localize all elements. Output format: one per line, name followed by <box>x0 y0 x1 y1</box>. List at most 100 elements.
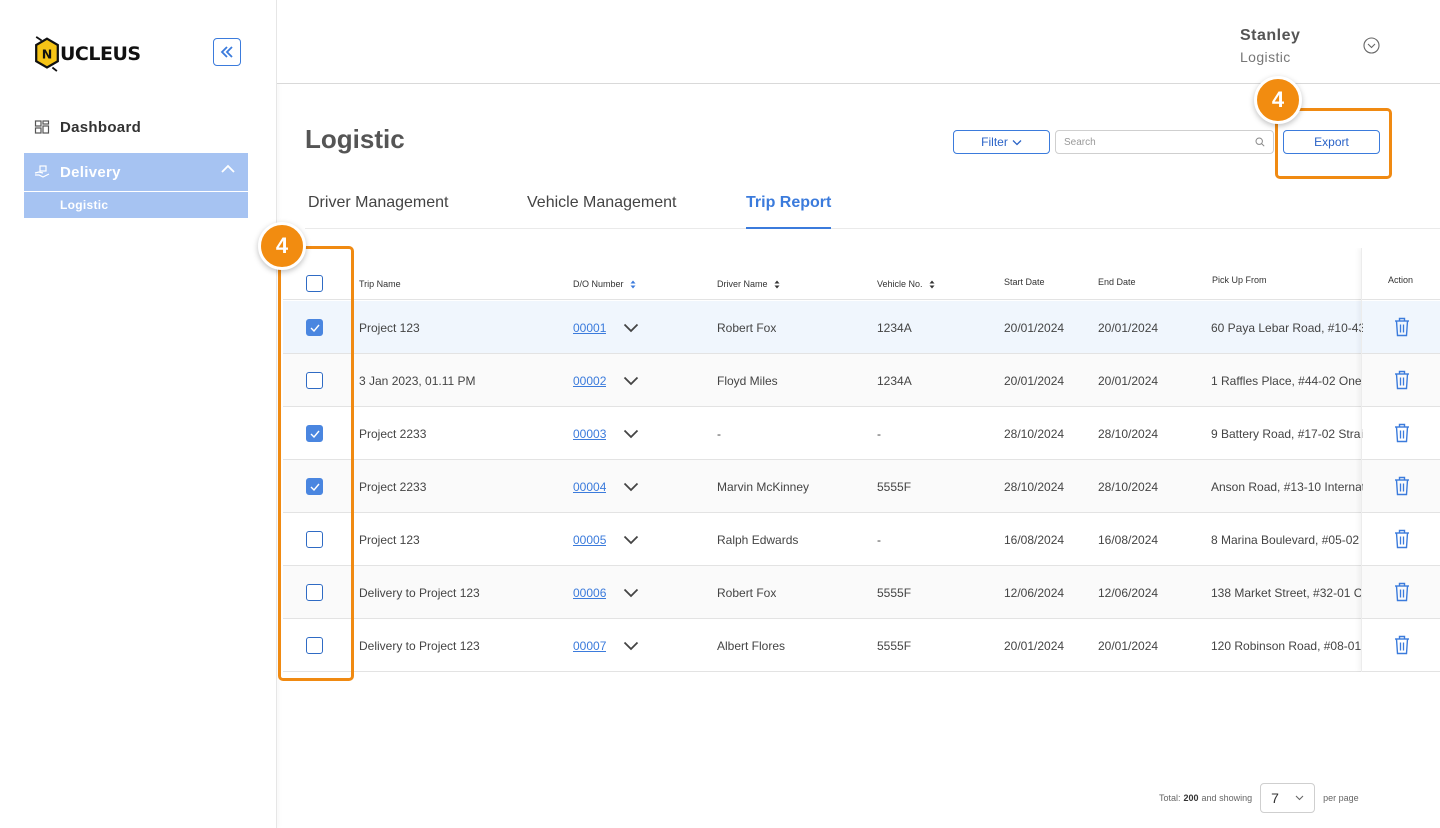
expand-row-chevron-icon[interactable] <box>623 323 639 333</box>
sidebar-item-label: Dashboard <box>60 118 142 136</box>
cell-vehicle-no: 5555F <box>877 639 912 653</box>
cell-vehicle-no: - <box>877 427 881 441</box>
delete-trash-icon[interactable] <box>1394 582 1410 602</box>
per-page-text: per page <box>1323 793 1359 803</box>
chevron-down-icon <box>1012 139 1022 145</box>
table-row[interactable]: Delivery to Project 123 Albert Flores 5555… <box>283 619 1440 672</box>
total-prefix: Total: <box>1159 793 1181 803</box>
expand-row-chevron-icon[interactable] <box>623 641 639 651</box>
table-row[interactable]: 3 Jan 2023, 01.11 PM Floyd Miles 1234A 20/0… <box>283 354 1440 407</box>
user-name: Stanley <box>1240 27 1301 44</box>
cell-trip-name: Project 123 <box>359 321 420 335</box>
cell-start-date: 28/10/2024 <box>1004 480 1065 494</box>
cell-pick-up-from: 120 Robinson Road, #08-01 <box>1211 639 1362 653</box>
page-size-select[interactable]: 7 <box>1260 783 1316 813</box>
cell-trip-name: Project 2233 <box>359 480 427 494</box>
cell-start-date: 20/01/2024 <box>1004 321 1065 335</box>
delete-trash-icon[interactable] <box>1394 476 1410 496</box>
delete-trash-icon[interactable] <box>1394 635 1410 655</box>
dashboard-grid-icon <box>34 120 50 134</box>
expand-row-chevron-icon[interactable] <box>623 482 639 492</box>
header-start-date: Start Date <box>1004 277 1045 287</box>
showing-text: and showing <box>1201 793 1253 803</box>
header-trip-name: Trip Name <box>359 279 401 289</box>
logo-letter: N <box>42 47 53 62</box>
step-badge-export: 4 <box>1254 76 1302 124</box>
sort-icon <box>630 280 636 288</box>
filter-button[interactable]: Filter <box>953 130 1050 154</box>
delete-trash-icon[interactable] <box>1394 529 1410 549</box>
cell-trip-name: Project 2233 <box>359 427 427 441</box>
table-row[interactable]: Project 123 Ralph Edwards - 16/08/2024 16/08… <box>283 513 1440 566</box>
cell-end-date: 28/10/2024 <box>1098 480 1159 494</box>
do-number-link[interactable]: 00002 <box>573 374 606 388</box>
brand-logo[interactable]: N UCLEUS <box>32 30 141 78</box>
cell-driver-name: - <box>717 427 721 441</box>
page-title: Logistic <box>305 124 405 154</box>
expand-row-chevron-icon[interactable] <box>623 535 639 545</box>
logo-text: UCLEUS <box>60 43 141 65</box>
delete-trash-icon[interactable] <box>1394 423 1410 443</box>
tab-trip-report[interactable]: Trip Report <box>746 194 832 229</box>
cell-trip-name: 3 Jan 2023, 01.11 PM <box>359 374 476 388</box>
action-column <box>1361 248 1440 672</box>
expand-row-chevron-icon[interactable] <box>623 588 639 598</box>
table-row[interactable]: Delivery to Project 123 Robert Fox 5555F 12… <box>283 566 1440 619</box>
total-count: 200 <box>1183 793 1199 803</box>
table-header: Trip Name D/O Number Driver Name Vehicle… <box>283 248 1440 300</box>
do-number-link[interactable]: 00005 <box>573 533 606 547</box>
do-number-link[interactable]: 00004 <box>573 480 606 494</box>
tab-driver-management[interactable]: Driver Management <box>308 194 449 229</box>
cell-end-date: 12/06/2024 <box>1098 586 1159 600</box>
collapse-sidebar-button[interactable] <box>213 38 241 66</box>
cell-pick-up-from: Anson Road, #13-10 Internat <box>1211 480 1363 494</box>
cell-vehicle-no: - <box>877 533 881 547</box>
table-row[interactable]: Project 2233 Marvin McKinney 5555F 28/10/20… <box>283 460 1440 513</box>
search-box[interactable] <box>1055 130 1274 154</box>
search-input[interactable] <box>1064 136 1255 148</box>
app-root: N UCLEUS Dashboard Delivery Logistic Sta… <box>0 0 1440 828</box>
sort-icon <box>929 280 935 288</box>
pagination: Total: 200 and showing 7 per page <box>1159 783 1359 813</box>
expand-row-chevron-icon[interactable] <box>623 376 639 386</box>
delete-trash-icon[interactable] <box>1394 317 1410 337</box>
cell-driver-name: Robert Fox <box>717 586 777 600</box>
sidebar-subitem-logistic[interactable]: Logistic <box>24 192 248 218</box>
cell-vehicle-no: 5555F <box>877 586 912 600</box>
cell-pick-up-from: 8 Marina Boulevard, #05-02 I <box>1211 533 1363 547</box>
sidebar-item-label: Delivery <box>60 163 121 181</box>
header-driver-name[interactable]: Driver Name <box>717 279 780 289</box>
user-menu-chevron-icon[interactable] <box>1363 37 1380 54</box>
step-badge-checkbox: 4 <box>258 222 306 270</box>
tab-vehicle-management[interactable]: Vehicle Management <box>527 194 676 229</box>
header-do-number[interactable]: D/O Number <box>573 279 636 289</box>
header-end-date: End Date <box>1098 277 1136 287</box>
expand-row-chevron-icon[interactable] <box>623 429 639 439</box>
do-number-link[interactable]: 00007 <box>573 639 606 653</box>
cell-end-date: 16/08/2024 <box>1098 533 1159 547</box>
cell-start-date: 16/08/2024 <box>1004 533 1065 547</box>
sidebar-item-dashboard[interactable]: Dashboard <box>24 112 248 142</box>
cell-end-date: 20/01/2024 <box>1098 321 1159 335</box>
sidebar-item-delivery[interactable]: Delivery <box>24 153 248 191</box>
chevron-down-icon <box>1295 795 1304 801</box>
cell-end-date: 20/01/2024 <box>1098 374 1159 388</box>
delete-trash-icon[interactable] <box>1394 370 1410 390</box>
cell-vehicle-no: 1234A <box>877 321 912 335</box>
do-number-link[interactable]: 00003 <box>573 427 606 441</box>
cell-start-date: 20/01/2024 <box>1004 639 1065 653</box>
table-row[interactable]: Project 123 Robert Fox 1234A 20/01/2024 20/0… <box>283 301 1440 354</box>
cell-pick-up-from: 1 Raffles Place, #44-02 One <box>1211 374 1362 388</box>
table-row[interactable]: Project 2233 - - 28/10/2024 28/10/2024 9 Batt… <box>283 407 1440 460</box>
double-chevron-left-icon <box>220 46 233 58</box>
cell-pick-up-from: 60 Paya Lebar Road, #10-43 <box>1211 321 1363 335</box>
header-vehicle-no[interactable]: Vehicle No. <box>877 279 935 289</box>
checkbox-highlight-box <box>278 246 354 681</box>
do-number-link[interactable]: 00001 <box>573 321 606 335</box>
do-number-link[interactable]: 00006 <box>573 586 606 600</box>
user-role: Logistic <box>1240 49 1291 65</box>
filter-button-label: Filter <box>981 135 1008 149</box>
search-icon <box>1255 137 1265 147</box>
sidebar: N UCLEUS Dashboard Delivery Logistic <box>0 0 277 828</box>
sort-icon <box>774 280 780 288</box>
